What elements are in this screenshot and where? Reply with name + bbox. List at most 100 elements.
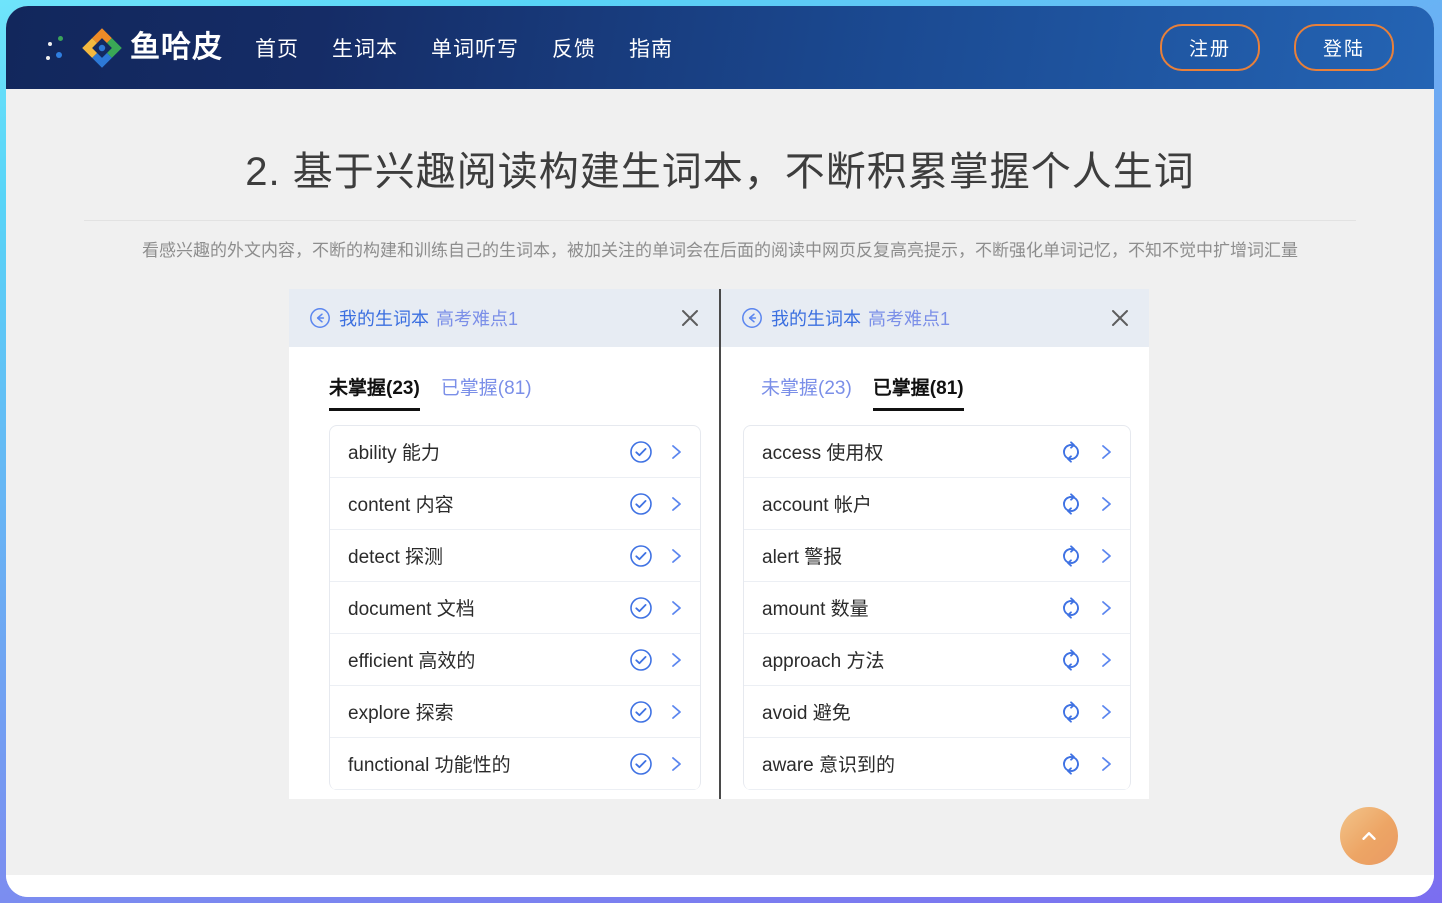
restore-circle-arrow-icon[interactable] [1059,648,1083,672]
check-circle-icon[interactable] [629,752,653,776]
row-icons [1059,648,1115,672]
panel-mastered: 我的生词本 高考难点1 未掌握(23) 已掌握(81) [719,289,1149,799]
fish-diamond-logo-icon [80,26,124,70]
word-row[interactable]: approach 方法 [744,634,1130,686]
back-circle-arrow-icon[interactable] [741,307,763,329]
page-bottom-strip [6,875,1434,897]
word-row[interactable]: alert 警报 [744,530,1130,582]
check-circle-icon[interactable] [629,544,653,568]
navbar: 鱼哈皮 首页 生词本 单词听写 反馈 指南 注册 登陆 [6,6,1434,89]
word-row[interactable]: ability 能力 [330,426,700,478]
row-icons [1059,700,1115,724]
word-row[interactable]: amount 数量 [744,582,1130,634]
breadcrumb-primary[interactable]: 我的生词本 [771,305,861,331]
restore-circle-arrow-icon[interactable] [1059,440,1083,464]
row-icons [629,752,685,776]
row-icons [629,700,685,724]
screenshot-panels: 我的生词本 高考难点1 未掌握(23) 已掌握(81) [289,289,1151,799]
word-text: alert 警报 [762,542,842,569]
nav-guide[interactable]: 指南 [629,33,673,63]
chevron-right-icon[interactable] [667,443,685,461]
chevron-right-icon[interactable] [667,703,685,721]
word-row[interactable]: aware 意识到的 [744,738,1130,790]
chevron-right-icon[interactable] [667,651,685,669]
register-button[interactable]: 注册 [1160,24,1260,71]
check-circle-icon[interactable] [629,492,653,516]
tab-unmastered[interactable]: 未掌握(23) [329,373,420,411]
word-row[interactable]: account 帐户 [744,478,1130,530]
chevron-right-icon[interactable] [1097,599,1115,617]
nav-feedback[interactable]: 反馈 [552,33,596,63]
site-logo[interactable]: 鱼哈皮 [44,26,223,70]
breadcrumb-primary[interactable]: 我的生词本 [339,305,429,331]
nav-home[interactable]: 首页 [255,33,299,63]
page-subtitle: 看感兴趣的外文内容，不断的构建和训练自己的生词本，被加关注的单词会在后面的阅读中… [130,238,1310,264]
chevron-right-icon[interactable] [1097,703,1115,721]
back-circle-arrow-icon[interactable] [309,307,331,329]
chevron-right-icon[interactable] [1097,495,1115,513]
restore-circle-arrow-icon[interactable] [1059,752,1083,776]
tab-unmastered[interactable]: 未掌握(23) [761,373,852,411]
nav-links: 首页 生词本 单词听写 反馈 指南 [255,33,673,63]
word-text: functional 功能性的 [348,750,511,777]
word-list: ability 能力 content 内容 [329,425,701,790]
row-icons [1059,544,1115,568]
breadcrumb-secondary[interactable]: 高考难点1 [436,305,518,331]
chevron-right-icon[interactable] [667,495,685,513]
word-row[interactable]: efficient 高效的 [330,634,700,686]
check-circle-icon[interactable] [629,648,653,672]
word-text: content 内容 [348,490,454,517]
word-text: avoid 避免 [762,698,851,725]
chevron-right-icon[interactable] [1097,443,1115,461]
nav-dictation[interactable]: 单词听写 [431,33,519,63]
row-icons [629,648,685,672]
panel-header: 我的生词本 高考难点1 [289,289,719,347]
chevron-right-icon[interactable] [667,755,685,773]
chevron-right-icon[interactable] [1097,755,1115,773]
logo-text: 鱼哈皮 [130,33,223,63]
logo-dots-icon [44,26,74,70]
restore-circle-arrow-icon[interactable] [1059,544,1083,568]
restore-circle-arrow-icon[interactable] [1059,492,1083,516]
panel-header: 我的生词本 高考难点1 [721,289,1149,347]
check-circle-icon[interactable] [629,596,653,620]
word-text: account 帐户 [762,490,872,517]
word-row[interactable]: access 使用权 [744,426,1130,478]
chevron-right-icon[interactable] [667,547,685,565]
word-text: efficient 高效的 [348,646,475,673]
word-row[interactable]: functional 功能性的 [330,738,700,790]
tab-mastered[interactable]: 已掌握(81) [873,373,964,411]
word-row[interactable]: document 文档 [330,582,700,634]
tab-mastered[interactable]: 已掌握(81) [441,373,532,411]
word-row[interactable]: detect 探测 [330,530,700,582]
check-circle-icon[interactable] [629,700,653,724]
panel-unmastered: 我的生词本 高考难点1 未掌握(23) 已掌握(81) [289,289,719,799]
word-text: detect 探测 [348,542,443,569]
title-divider [84,220,1356,221]
row-icons [629,492,685,516]
chevron-right-icon[interactable] [1097,651,1115,669]
word-text: document 文档 [348,594,475,621]
check-circle-icon[interactable] [629,440,653,464]
page-inner: 鱼哈皮 首页 生词本 单词听写 反馈 指南 注册 登陆 2. 基于兴趣阅读构建生… [6,6,1434,897]
restore-circle-arrow-icon[interactable] [1059,700,1083,724]
word-row[interactable]: avoid 避免 [744,686,1130,738]
chevron-right-icon[interactable] [667,599,685,617]
close-icon[interactable] [679,307,701,329]
word-text: aware 意识到的 [762,750,895,777]
close-icon[interactable] [1109,307,1131,329]
panel-tabs: 未掌握(23) 已掌握(81) [289,347,719,411]
word-text: ability 能力 [348,438,440,465]
page-title: 2. 基于兴趣阅读构建生词本，不断积累掌握个人生词 [6,95,1434,197]
page-frame: 鱼哈皮 首页 生词本 单词听写 反馈 指南 注册 登陆 2. 基于兴趣阅读构建生… [0,0,1442,903]
word-row[interactable]: content 内容 [330,478,700,530]
word-row[interactable]: explore 探索 [330,686,700,738]
breadcrumb-secondary[interactable]: 高考难点1 [868,305,950,331]
word-text: amount 数量 [762,594,869,621]
back-to-top-button[interactable] [1340,807,1398,865]
chevron-right-icon[interactable] [1097,547,1115,565]
nav-wordbook[interactable]: 生词本 [332,33,398,63]
restore-circle-arrow-icon[interactable] [1059,596,1083,620]
login-button[interactable]: 登陆 [1294,24,1394,71]
row-icons [629,544,685,568]
